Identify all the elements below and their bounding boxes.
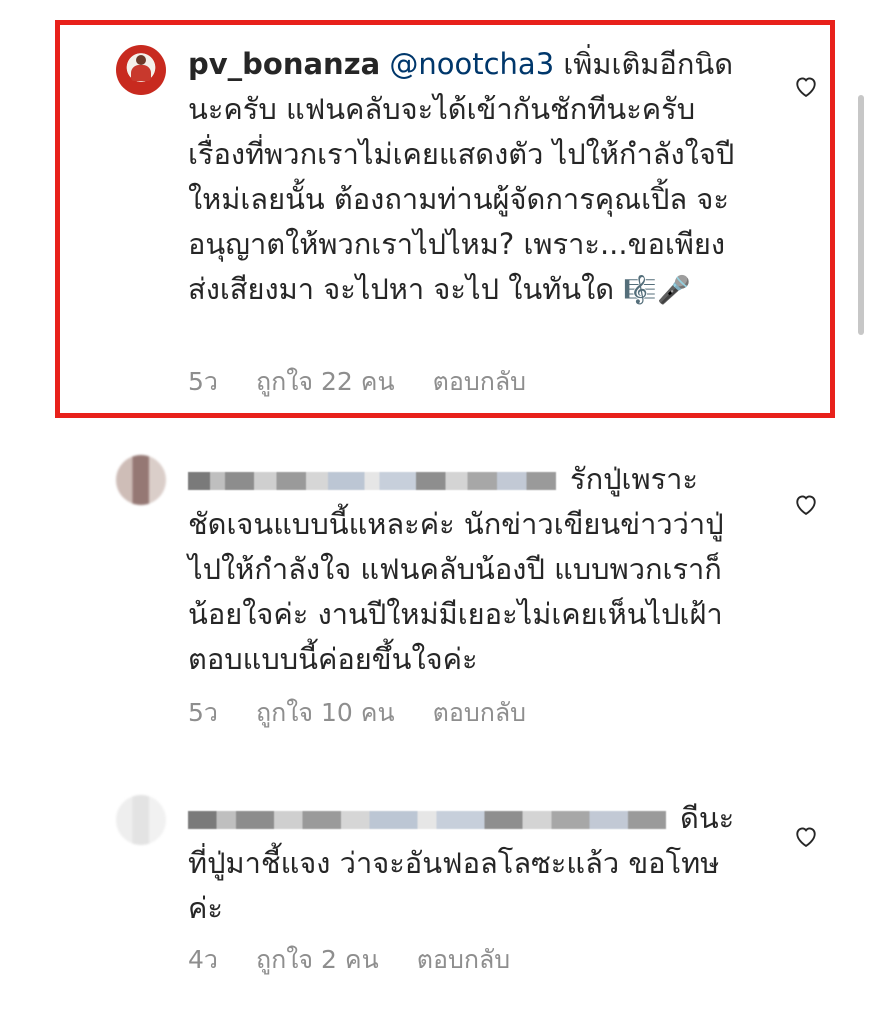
username-link[interactable]: pv_bonanza	[188, 47, 380, 81]
avatar[interactable]	[116, 45, 166, 95]
comment-meta: 4ว ถูกใจ 2 คน ตอบกลับ	[188, 940, 548, 980]
comment-meta: 5ว ถูกใจ 22 คน ตอบกลับ	[188, 362, 564, 402]
redacted-username[interactable]	[188, 472, 556, 490]
comment-text: ดีนะที่ปู่มาชี้แจง ว่าจะอันฟอลโลซะแล้ว ข…	[188, 796, 748, 931]
avatar[interactable]	[116, 455, 166, 505]
comment-text: pv_bonanza @nootcha3 เพิ่มเติมอีกนิดนะคร…	[188, 42, 748, 313]
reply-button[interactable]: ตอบกลับ	[417, 945, 510, 974]
comment-body: เพิ่มเติมอีกนิดนะครับ แฟนคลับจะได้เข้ากั…	[188, 47, 735, 306]
like-count-link[interactable]: ถูกใจ 10 คน	[256, 698, 395, 727]
timestamp: 5ว	[188, 698, 218, 727]
heart-outline-icon[interactable]	[792, 822, 820, 850]
avatar[interactable]	[116, 795, 166, 845]
comment-meta: 5ว ถูกใจ 10 คน ตอบกลับ	[188, 693, 564, 733]
comment-body: รักปู่เพราะชัดเจนแบบนี้แหละค่ะ นักข่าวเข…	[188, 462, 732, 676]
scrollbar[interactable]	[858, 95, 864, 335]
comment-text: รักปู่เพราะชัดเจนแบบนี้แหละค่ะ นักข่าวเข…	[188, 457, 748, 682]
timestamp: 4ว	[188, 945, 218, 974]
redacted-username[interactable]	[188, 811, 666, 829]
like-count-link[interactable]: ถูกใจ 22 คน	[256, 367, 395, 396]
reply-button[interactable]: ตอบกลับ	[433, 367, 526, 396]
heart-outline-icon[interactable]	[792, 72, 820, 100]
reply-button[interactable]: ตอบกลับ	[433, 698, 526, 727]
timestamp: 5ว	[188, 367, 218, 396]
heart-outline-icon[interactable]	[792, 490, 820, 518]
mention-link[interactable]: @nootcha3	[389, 47, 554, 81]
emoji: 🎼🎤	[623, 275, 691, 306]
like-count-link[interactable]: ถูกใจ 2 คน	[256, 945, 379, 974]
